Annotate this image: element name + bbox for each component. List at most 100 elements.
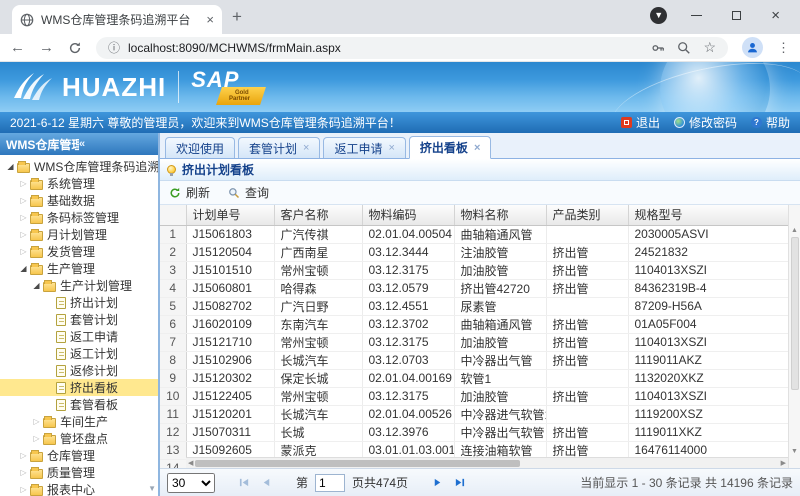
sidebar-item-基础数据[interactable]: ▷基础数据	[0, 192, 158, 209]
scroll-up-icon[interactable]: ▲	[791, 227, 798, 234]
prev-page-button[interactable]	[259, 477, 274, 488]
table-row[interactable]: 6J16020109东南汽车03.12.3702曲轴箱通风管挤出管01A05F0…	[160, 315, 788, 333]
tab-close-icon[interactable]: ×	[303, 142, 309, 154]
change-password-button[interactable]: 修改密码	[674, 114, 737, 131]
logout-button[interactable]: 退出	[621, 114, 660, 131]
expander-open-icon[interactable]: ◢	[4, 162, 17, 171]
vscroll-thumb[interactable]	[791, 237, 799, 390]
profile-toggle-icon[interactable]: ▼	[650, 7, 667, 24]
sidebar-item-WMS仓库管理条码追溯系统[interactable]: ◢WMS仓库管理条码追溯系统	[0, 158, 158, 175]
sidebar-item-仓库管理[interactable]: ▷仓库管理	[0, 447, 158, 464]
bookmark-star-icon[interactable]: ☆	[703, 39, 716, 56]
expander-closed-icon[interactable]: ▷	[17, 451, 30, 460]
sidebar-item-管坯盘点[interactable]: ▷管坯盘点	[0, 430, 158, 447]
close-window-button[interactable]: ×	[771, 8, 780, 23]
sidebar-item-返修计划[interactable]: 返修计划	[0, 362, 158, 379]
column-header-客户名称[interactable]: 客户名称	[274, 205, 362, 225]
tab-挤出看板[interactable]: 挤出看板×	[409, 136, 491, 159]
sidebar-item-挤出计划[interactable]: 挤出计划	[0, 294, 158, 311]
table-row[interactable]: 5J15082702广汽日野03.12.4551尿素管87209-H56A	[160, 297, 788, 315]
tab-套管计划[interactable]: 套管计划×	[238, 137, 320, 158]
table-row[interactable]: 9J15120302保定长城02.01.04.00169软管11132020XK…	[160, 369, 788, 387]
refresh-button[interactable]: 刷新	[169, 184, 210, 201]
table-row[interactable]: 11J15120201长城汽车02.01.04.00526中冷器进气软管1111…	[160, 405, 788, 423]
minimize-button[interactable]	[691, 15, 702, 16]
table-row[interactable]: 7J15121710常州宝顿03.12.3175加油胶管挤出管1104013XS…	[160, 333, 788, 351]
zoom-icon[interactable]	[677, 41, 691, 55]
query-button[interactable]: 查询	[228, 184, 269, 201]
table-row[interactable]: 10J15122405常州宝顿03.12.3175加油胶管挤出管1104013X…	[160, 387, 788, 405]
browser-tab[interactable]: WMS仓库管理条码追溯平台 ×	[12, 5, 222, 34]
sidebar-item-系统管理[interactable]: ▷系统管理	[0, 175, 158, 192]
tree-scroll-down-icon[interactable]: ▼	[148, 484, 156, 493]
table-row[interactable]: 12J15070311长城03.12.3976中冷器出气软管挤出管1119011…	[160, 423, 788, 441]
column-header-物料名称[interactable]: 物料名称	[454, 205, 546, 225]
column-header-计划单号[interactable]: 计划单号	[186, 205, 274, 225]
back-button[interactable]: ←	[10, 40, 25, 55]
first-page-button[interactable]	[237, 477, 252, 488]
sidebar-item-生产计划管理[interactable]: ◢生产计划管理	[0, 277, 158, 294]
sidebar-item-生产管理[interactable]: ◢生产管理	[0, 260, 158, 277]
table-row[interactable]: 3J15101510常州宝顿03.12.3175加油胶管挤出管1104013XS…	[160, 261, 788, 279]
expander-closed-icon[interactable]: ▷	[17, 468, 30, 477]
sidebar-collapse-icon[interactable]: «	[79, 138, 152, 150]
sidebar-item-条码标签管理[interactable]: ▷条码标签管理	[0, 209, 158, 226]
sidebar-item-返工计划[interactable]: 返工计划	[0, 345, 158, 362]
page-number-input[interactable]	[315, 474, 345, 492]
expander-closed-icon[interactable]: ▷	[30, 417, 43, 426]
tab-返工申请[interactable]: 返工申请×	[323, 137, 405, 158]
sidebar-item-套管看板[interactable]: 套管看板	[0, 396, 158, 413]
expander-closed-icon[interactable]: ▷	[17, 196, 30, 205]
tree-scroll-up-icon[interactable]: ▲	[148, 159, 156, 168]
forward-button[interactable]: →	[39, 40, 54, 55]
address-bar[interactable]: ⓘ localhost:8090/MCHWMS/frmMain.aspx ☆	[96, 37, 728, 59]
expander-open-icon[interactable]: ◢	[30, 281, 43, 290]
vertical-scrollbar[interactable]: ▲ ▼	[788, 205, 800, 468]
sidebar-item-发货管理[interactable]: ▷发货管理	[0, 243, 158, 260]
maximize-button[interactable]	[732, 11, 741, 20]
page-icon	[56, 365, 66, 377]
tab-close-icon[interactable]: ×	[388, 142, 394, 154]
hscroll-thumb[interactable]	[195, 460, 520, 467]
reload-button[interactable]	[68, 41, 82, 55]
tab-close-icon[interactable]: ×	[206, 12, 214, 27]
profile-avatar[interactable]	[742, 37, 763, 58]
tab-欢迎使用[interactable]: 欢迎使用	[165, 137, 235, 158]
scroll-down-icon[interactable]: ▼	[791, 448, 798, 455]
expander-closed-icon[interactable]: ▷	[17, 247, 30, 256]
column-header-物料编码[interactable]: 物料编码	[362, 205, 454, 225]
expander-closed-icon[interactable]: ▷	[17, 179, 30, 188]
page-size-select[interactable]: 30	[167, 473, 215, 493]
expander-closed-icon[interactable]: ▷	[17, 230, 30, 239]
next-page-button[interactable]	[430, 477, 445, 488]
new-tab-button[interactable]: +	[232, 7, 242, 27]
scroll-left-icon[interactable]: ◀	[186, 459, 195, 467]
table-cell: 24521832	[628, 243, 788, 261]
column-header-产品类别[interactable]: 产品类别	[546, 205, 628, 225]
sidebar-item-车间生产[interactable]: ▷车间生产	[0, 413, 158, 430]
sidebar-item-套管计划[interactable]: 套管计划	[0, 311, 158, 328]
table-row[interactable]: 2J15120504广西南星03.12.3444注油胶管挤出管24521832	[160, 243, 788, 261]
expander-open-icon[interactable]: ◢	[17, 264, 30, 273]
horizontal-scrollbar[interactable]: ◀ ▶	[186, 457, 788, 468]
table-row[interactable]: 1J15061803广汽传祺02.01.04.00504曲轴箱通风管203000…	[160, 225, 788, 243]
expander-closed-icon[interactable]: ▷	[17, 485, 30, 494]
sidebar-item-报表中心[interactable]: ▷报表中心	[0, 481, 158, 496]
table-cell: 03.12.3444	[362, 243, 454, 261]
browser-menu-icon[interactable]: ⋮	[777, 40, 790, 56]
password-key-icon[interactable]	[651, 41, 665, 55]
sidebar-item-挤出看板[interactable]: 挤出看板	[0, 379, 158, 396]
tab-close-icon[interactable]: ×	[474, 142, 480, 154]
expander-closed-icon[interactable]: ▷	[30, 434, 43, 443]
column-header-规格型号[interactable]: 规格型号	[628, 205, 788, 225]
help-button[interactable]: ? 帮助	[751, 114, 790, 131]
site-info-icon[interactable]: ⓘ	[108, 39, 120, 56]
sidebar-item-返工申请[interactable]: 返工申请	[0, 328, 158, 345]
table-row[interactable]: 8J15102906长城汽车03.12.0703中冷器出气管挤出管1119011…	[160, 351, 788, 369]
sidebar-item-质量管理[interactable]: ▷质量管理	[0, 464, 158, 481]
sidebar-item-月计划管理[interactable]: ▷月计划管理	[0, 226, 158, 243]
scroll-right-icon[interactable]: ▶	[779, 459, 788, 467]
table-row[interactable]: 4J15060801哈得森03.12.0579挤出管42720挤出管843623…	[160, 279, 788, 297]
expander-closed-icon[interactable]: ▷	[17, 213, 30, 222]
last-page-button[interactable]	[452, 477, 467, 488]
